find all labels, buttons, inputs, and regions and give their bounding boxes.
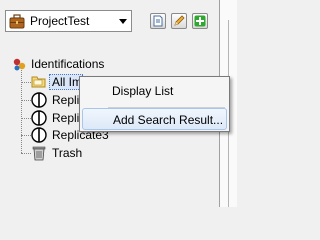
tree-root-identifications[interactable]: Identifications <box>12 56 132 72</box>
tree-connector <box>21 118 31 119</box>
identifications-icon <box>12 56 28 75</box>
folder-icon <box>31 74 47 93</box>
tree-connector <box>21 82 31 83</box>
tree-connector <box>21 153 31 154</box>
briefcase-icon <box>9 14 25 29</box>
chevron-down-icon[interactable] <box>118 15 128 27</box>
tree-item-replicate2[interactable]: Replic <box>31 110 85 126</box>
new-project-button[interactable] <box>150 13 166 29</box>
menu-item-label: Add Search Result... <box>113 113 224 127</box>
tree-root-label: Identifications <box>31 57 105 71</box>
trash-icon <box>31 145 47 164</box>
tree-item-trash[interactable]: Trash <box>31 145 91 161</box>
project-selector[interactable]: ProjectTest <box>5 10 132 32</box>
menu-item-label: Display List <box>112 84 174 98</box>
replicate-icon <box>31 92 47 111</box>
tree-connector <box>21 135 31 136</box>
tree-item-label: Trash <box>52 146 83 160</box>
project-selector-value: ProjectTest <box>30 14 90 28</box>
menu-item-add-search-result[interactable]: Add Search Result... <box>82 108 227 130</box>
add-project-button[interactable] <box>192 13 208 29</box>
replicate-icon <box>31 127 47 146</box>
context-menu: Display List Add Search Result... <box>79 76 230 132</box>
menu-item-display-list[interactable]: Display List <box>82 80 227 102</box>
edit-project-button[interactable] <box>171 13 187 29</box>
tree-connector <box>21 100 31 101</box>
tree-item-replicate1[interactable]: Replic <box>31 92 85 111</box>
tree-item-label: All Im <box>52 75 82 89</box>
tree-item-all-identifications[interactable]: All Im <box>31 74 83 93</box>
